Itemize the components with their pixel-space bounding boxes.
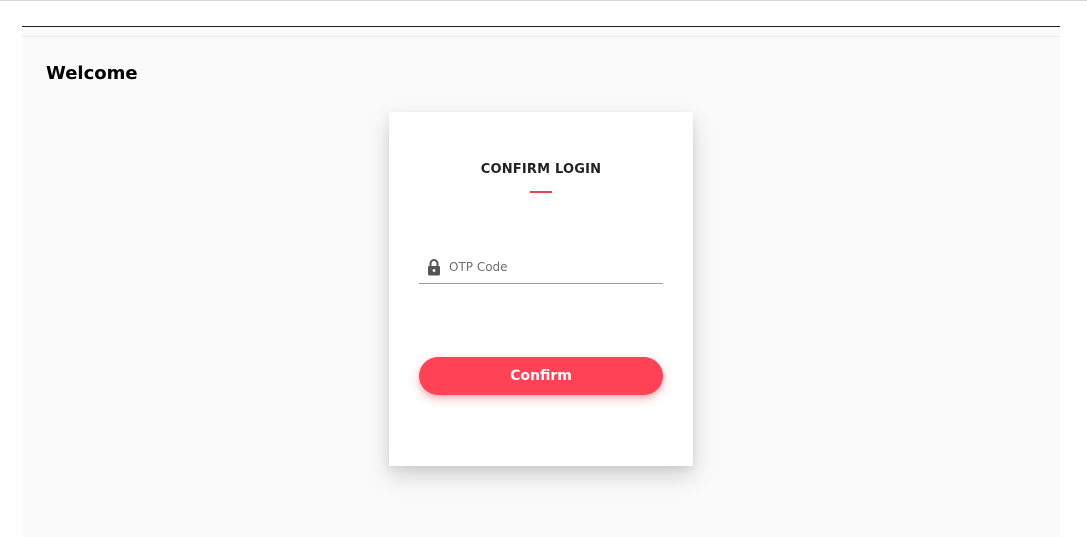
confirm-login-card: CONFIRM LOGIN Confirm [389,112,693,466]
page-title: Welcome [46,63,138,84]
title-underline [530,191,552,193]
otp-code-input[interactable] [449,256,659,278]
confirm-button[interactable]: Confirm [419,357,663,395]
lock-icon [427,258,441,276]
main-content: Welcome CONFIRM LOGIN Confirm [22,26,1060,537]
page: Welcome CONFIRM LOGIN Confirm [0,0,1087,537]
otp-field [419,252,663,284]
top-divider [0,0,1087,1]
card-title: CONFIRM LOGIN [480,162,602,177]
header-divider [22,36,1060,37]
